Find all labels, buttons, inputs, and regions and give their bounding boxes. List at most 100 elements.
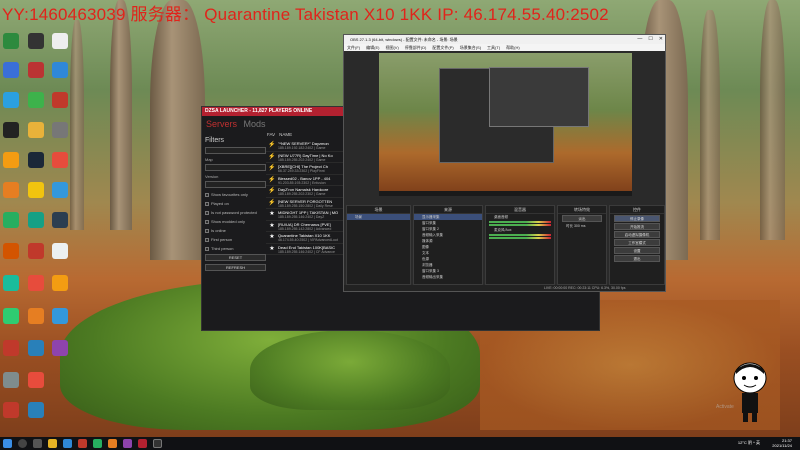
volume-slider[interactable] <box>489 224 551 226</box>
start-icon[interactable] <box>3 439 12 448</box>
settings-button[interactable]: 设置 <box>614 247 660 254</box>
taskbar-app-icon[interactable] <box>153 439 162 448</box>
server-row[interactable]: ⚡ [XBRE][CHI] The Project Ch 66.37.249.3… <box>266 163 346 175</box>
maximize-icon[interactable]: ☐ <box>648 36 652 42</box>
duration-input[interactable]: 300 ms <box>574 224 585 228</box>
desktop-app-icon[interactable] <box>52 122 68 138</box>
desktop-app-icon[interactable] <box>52 275 68 291</box>
source-item[interactable]: 音频输出采集 <box>414 274 482 280</box>
desktop-app-icon[interactable] <box>28 122 44 138</box>
star-icon[interactable]: ★ <box>266 245 278 252</box>
desktop-app-icon[interactable] <box>28 243 44 259</box>
virtual-camera-button[interactable]: 启动虚拟摄像机 <box>614 231 660 238</box>
menu-view[interactable]: 视图(V) <box>385 44 398 51</box>
desktop-app-icon[interactable] <box>28 33 44 49</box>
checkbox-first-person[interactable]: First person <box>205 236 266 243</box>
bolt-icon[interactable]: ⚡ <box>266 199 278 206</box>
server-row[interactable]: ⚡ (NEW U77R) DayTime | No Ko 185.189.255… <box>266 152 346 163</box>
desktop-app-icon[interactable] <box>28 62 44 78</box>
taskbar-app-icon[interactable] <box>78 439 87 448</box>
desktop-app-icon[interactable] <box>28 275 44 291</box>
stop-recording-button[interactable]: 停止录像 <box>614 215 660 222</box>
menu-docks[interactable]: 停靠部件(D) <box>405 44 427 51</box>
map-select[interactable] <box>205 164 266 171</box>
taskbar-app-icon[interactable] <box>93 439 102 448</box>
desktop-app-icon[interactable] <box>3 182 19 198</box>
taskbar-clock[interactable]: 21:37 2021/11/24 <box>772 438 792 448</box>
desktop-app-icon[interactable] <box>3 402 19 418</box>
checkbox-favourites[interactable]: Show favourites only <box>205 191 266 198</box>
desktop-app-icon[interactable] <box>3 308 19 324</box>
server-row[interactable]: ★ Quarantine Takistan X10 1KK 46.174.55.… <box>266 232 346 244</box>
desktop-app-icon[interactable] <box>28 308 44 324</box>
desktop-app-icon[interactable] <box>52 152 68 168</box>
bolt-icon[interactable]: ⚡ <box>266 187 278 194</box>
desktop-app-icon[interactable] <box>3 62 19 78</box>
studio-mode-button[interactable]: 工作室模式 <box>614 239 660 246</box>
desktop-app-icon[interactable] <box>28 372 44 388</box>
star-icon[interactable]: ★ <box>266 233 278 240</box>
start-streaming-button[interactable]: 开始推流 <box>614 223 660 230</box>
bolt-icon[interactable]: ⚡ <box>266 141 278 148</box>
transition-select[interactable]: 淡出 <box>562 215 602 222</box>
desktop-app-icon[interactable] <box>3 122 19 138</box>
taskbar-app-icon[interactable] <box>48 439 57 448</box>
server-row[interactable]: ★ [RU/UA] DR Chernarus [PVE] 185.189.255… <box>266 221 346 232</box>
menu-scene-collection[interactable]: 场景集合(S) <box>460 44 481 51</box>
star-icon[interactable]: ★ <box>266 210 278 217</box>
name-filter-input[interactable] <box>205 147 266 154</box>
desktop-app-icon[interactable] <box>3 92 19 108</box>
desktop-app-icon[interactable] <box>52 340 68 356</box>
checkbox-no-password[interactable]: Is not password protected <box>205 209 266 216</box>
server-row[interactable]: ⚡ Blessed02 - Banov 1PP - 404 91.203.85.… <box>266 175 346 186</box>
desktop-app-icon[interactable] <box>28 92 44 108</box>
star-icon[interactable]: ★ <box>266 222 278 229</box>
taskbar-app-icon[interactable] <box>63 439 72 448</box>
bolt-icon[interactable]: ⚡ <box>266 176 278 183</box>
desktop-app-icon[interactable] <box>28 402 44 418</box>
desktop-app-icon[interactable] <box>3 212 19 228</box>
search-icon[interactable] <box>18 439 27 448</box>
desktop-app-icon[interactable] <box>3 372 19 388</box>
desktop-app-icon[interactable] <box>28 182 44 198</box>
checkbox-modded[interactable]: Show modded only <box>205 218 266 225</box>
desktop-app-icon[interactable] <box>28 340 44 356</box>
desktop-app-icon[interactable] <box>52 92 68 108</box>
version-select[interactable] <box>205 181 266 188</box>
server-row[interactable]: ⚡ "*NEW SERVER*" Dayzmon 185.189.192.182… <box>266 140 346 152</box>
obs-preview[interactable] <box>379 53 632 196</box>
taskbar-app-icon[interactable] <box>108 439 117 448</box>
desktop-app-icon[interactable] <box>3 152 19 168</box>
server-row[interactable]: ★ MIDNIGHT 1PP | TAKISTAN | MO 185.189.2… <box>266 209 346 221</box>
system-tray[interactable]: 12°C 阴 ^ 英 <box>738 440 760 446</box>
volume-slider[interactable] <box>489 237 551 239</box>
server-row[interactable]: ★ Dead End Takistan 100K[BASIC 185.189.2… <box>266 244 346 255</box>
menu-file[interactable]: 文件(F) <box>347 44 360 51</box>
taskbar-app-icon[interactable] <box>123 439 132 448</box>
server-row[interactable]: ⚡ DayZ'ron Namalsk Hardcore 185.189.255.… <box>266 186 346 198</box>
desktop-app-icon[interactable] <box>52 243 68 259</box>
close-icon[interactable]: ✕ <box>659 36 663 42</box>
tab-servers[interactable]: Servers <box>206 119 237 129</box>
menu-profile[interactable]: 配置文件(P) <box>432 44 453 51</box>
tab-mods[interactable]: Mods <box>244 119 266 129</box>
taskbar-app-icon[interactable] <box>138 439 147 448</box>
desktop-app-icon[interactable] <box>3 33 19 49</box>
exit-button[interactable]: 退出 <box>614 255 660 262</box>
desktop-app-icon[interactable] <box>52 308 68 324</box>
refresh-button[interactable]: REFRESH <box>205 264 266 271</box>
scene-item[interactable]: 场景 <box>347 214 410 220</box>
desktop-app-icon[interactable] <box>52 182 68 198</box>
desktop-app-icon[interactable] <box>3 243 19 259</box>
desktop-app-icon[interactable] <box>3 275 19 291</box>
menu-help[interactable]: 帮助(H) <box>506 44 520 51</box>
desktop-app-icon[interactable] <box>52 62 68 78</box>
checkbox-played-on[interactable]: Played on <box>205 200 266 207</box>
column-fav[interactable]: FAV <box>267 132 275 137</box>
checkbox-third-person[interactable]: Third person <box>205 245 266 252</box>
menu-edit[interactable]: 编辑(E) <box>366 44 379 51</box>
desktop-app-icon[interactable] <box>28 152 44 168</box>
desktop-app-icon[interactable] <box>28 212 44 228</box>
bolt-icon[interactable]: ⚡ <box>266 164 278 171</box>
taskview-icon[interactable] <box>33 439 42 448</box>
